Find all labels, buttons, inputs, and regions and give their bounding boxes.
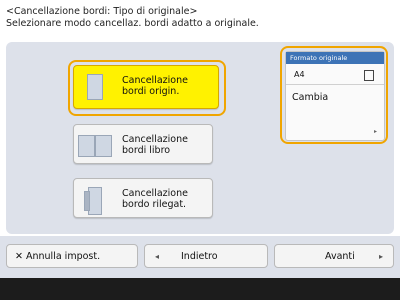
reset-settings-label: Annulla impost. xyxy=(26,251,101,262)
option-label-line1: Cancellazione xyxy=(122,188,188,199)
right-arrow-icon: ▸ xyxy=(379,252,384,261)
erase-book-frame-button[interactable]: Cancellazione bordi libro xyxy=(73,124,213,164)
portrait-orientation-icon xyxy=(364,70,374,81)
document-icon xyxy=(84,74,104,100)
reset-settings-button[interactable]: ✕ Annulla impost. xyxy=(6,244,138,268)
option-label-line1: Cancellazione xyxy=(122,134,188,145)
back-button[interactable]: ◂ Indietro xyxy=(144,244,268,268)
binding-document-icon xyxy=(84,187,104,215)
erase-original-frame-button[interactable]: Cancellazione bordi origin. xyxy=(73,65,219,109)
footer-bar xyxy=(0,278,400,300)
erase-binding-button[interactable]: Cancellazione bordo rilegat. xyxy=(73,178,213,218)
change-size-button[interactable]: Cambia xyxy=(292,92,328,103)
screen-title: <Cancellazione bordi: Tipo di originale> xyxy=(6,6,198,17)
original-size-highlight: Formato originale A4 Cambia ▸ xyxy=(280,46,388,144)
option-label-line2: bordo rilegat. xyxy=(122,199,187,210)
option-label-line2: bordi libro xyxy=(122,145,171,156)
screen-header: <Cancellazione bordi: Tipo di originale>… xyxy=(6,6,259,30)
close-icon: ✕ xyxy=(15,251,23,262)
expand-arrow-icon: ▸ xyxy=(374,128,378,135)
divider xyxy=(286,84,384,85)
option-label-line2: bordi origin. xyxy=(122,86,180,97)
book-icon xyxy=(78,133,112,159)
screen-instruction: Selezionare modo cancellaz. bordi adatto… xyxy=(6,18,259,29)
original-size-panel[interactable]: Formato originale A4 Cambia ▸ xyxy=(285,51,385,141)
option-label-line1: Cancellazione xyxy=(122,75,188,86)
back-label: Indietro xyxy=(181,251,218,262)
next-label: Avanti xyxy=(325,251,355,262)
left-arrow-icon: ◂ xyxy=(155,252,160,261)
original-size-title: Formato originale xyxy=(286,52,384,64)
bottom-bar: ✕ Annulla impost. ◂ Indietro Avanti ▸ xyxy=(0,236,400,278)
next-button[interactable]: Avanti ▸ xyxy=(274,244,394,268)
original-size-value: A4 xyxy=(294,70,305,79)
